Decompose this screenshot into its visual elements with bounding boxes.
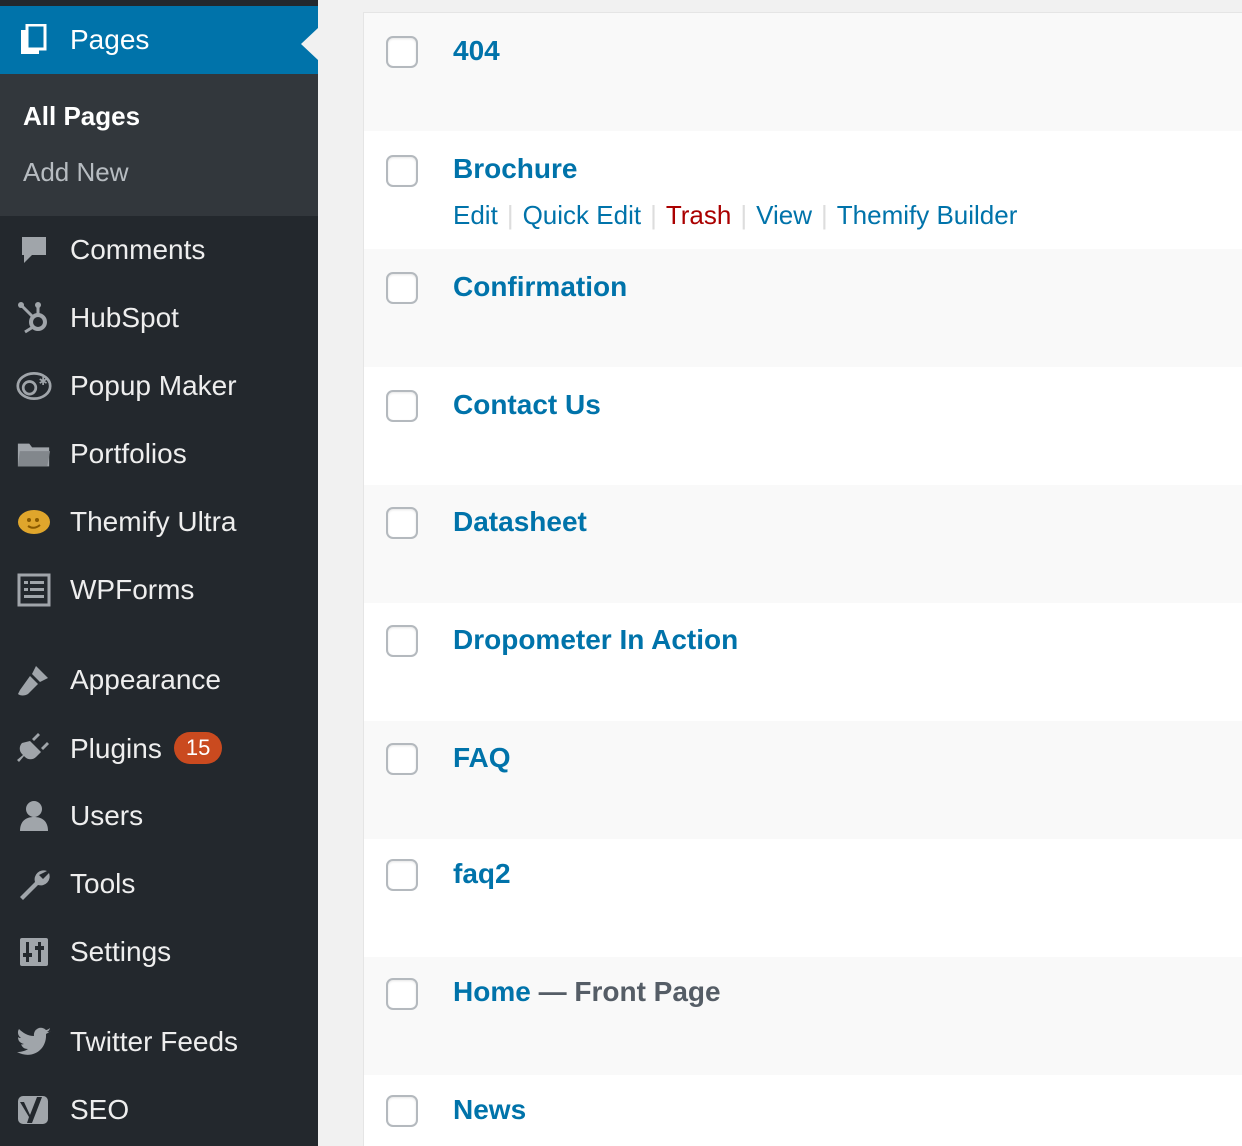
menu-item-settings[interactable]: Settings: [0, 918, 318, 986]
plugin-icon: [16, 730, 52, 766]
menu-item-comments[interactable]: Comments: [0, 216, 318, 284]
view-link[interactable]: View: [756, 200, 812, 230]
row-checkbox[interactable]: [386, 1095, 418, 1127]
page-title-link[interactable]: Dropometer In Action: [453, 624, 738, 656]
menu-label-seo: SEO: [70, 1094, 130, 1125]
menu-item-twitter-feeds[interactable]: Twitter Feeds: [0, 1008, 318, 1076]
row-checkbox[interactable]: [386, 507, 418, 539]
row-actions: Edit | Quick Edit | Trash | View | Themify Build…: [453, 200, 1017, 231]
page-title-link[interactable]: faq2: [453, 858, 511, 890]
row-checkbox[interactable]: [386, 390, 418, 422]
row-checkbox[interactable]: [386, 155, 418, 187]
pages-table: 404 Brochure Edit | Quick Edit | Trash | View |…: [363, 12, 1242, 1146]
edit-link[interactable]: Edit: [453, 200, 498, 230]
page-state-label: — Front Page: [530, 976, 721, 1007]
menu-item-seo[interactable]: SEO: [0, 1076, 318, 1144]
menu-item-plugins[interactable]: Plugins 15: [0, 714, 318, 782]
menu-label-hubspot: HubSpot: [70, 302, 179, 333]
menu-item-hubspot[interactable]: HubSpot: [0, 284, 318, 352]
user-icon: [16, 798, 52, 834]
svg-text:✱: ✱: [39, 375, 48, 388]
action-separator: |: [650, 200, 657, 230]
action-separator: |: [506, 200, 514, 230]
page-title-link[interactable]: 404: [453, 35, 500, 67]
menu-item-pages[interactable]: Pages: [0, 6, 318, 74]
page-title-link[interactable]: Brochure: [453, 153, 577, 185]
submenu-all-pages[interactable]: All Pages: [23, 101, 140, 132]
menu-label-settings: Settings: [70, 936, 172, 967]
admin-sidebar: Pages All Pages Add New Comments HubSpot…: [0, 0, 318, 1146]
menu-label-users: Users: [70, 800, 144, 831]
menu-label-wpforms: WPForms: [70, 574, 195, 605]
brush-icon: [16, 662, 52, 698]
menu-item-portfolios[interactable]: Portfolios: [0, 420, 318, 488]
table-row: faq2: [364, 839, 1242, 957]
form-icon: [16, 572, 52, 608]
page-title-link[interactable]: Confirmation: [453, 271, 627, 303]
menu-item-popup-maker[interactable]: ✱ Popup Maker: [0, 352, 318, 420]
action-separator: |: [740, 200, 748, 230]
wrench-icon: [16, 866, 52, 902]
table-row: Datasheet: [364, 485, 1242, 603]
page-title-link[interactable]: Datasheet: [453, 506, 587, 538]
themify-icon: [16, 504, 52, 540]
table-row: 404: [364, 13, 1242, 131]
folder-icon: [16, 436, 52, 472]
menu-item-tools[interactable]: Tools: [0, 850, 318, 918]
pages-submenu: All Pages Add New: [0, 74, 318, 216]
table-row: Confirmation: [364, 249, 1242, 367]
menu-item-wpforms[interactable]: WPForms: [0, 556, 318, 624]
themify-builder-link[interactable]: Themify Builder: [837, 200, 1018, 230]
table-row: FAQ: [364, 721, 1242, 839]
table-row: Contact Us: [364, 367, 1242, 485]
quick-edit-link[interactable]: Quick Edit: [523, 200, 642, 230]
row-checkbox[interactable]: [386, 36, 418, 68]
menu-label-plugins: Plugins 15: [70, 731, 223, 765]
row-checkbox[interactable]: [386, 978, 418, 1010]
popup-maker-icon: ✱: [16, 368, 52, 404]
menu-item-themify-ultra[interactable]: Themify Ultra: [0, 488, 318, 556]
pages-list-area: 404 Brochure Edit | Quick Edit | Trash | View |…: [318, 0, 1242, 1146]
page-title-link[interactable]: News: [453, 1094, 526, 1126]
menu-label-appearance: Appearance: [70, 664, 222, 695]
menu-label-pages: Pages: [70, 24, 150, 55]
settings-icon: [16, 934, 52, 970]
table-row: Dropometer In Action: [364, 603, 1242, 721]
menu-label-comments: Comments: [70, 234, 206, 265]
menu-label-popup-maker: Popup Maker: [70, 370, 237, 401]
current-menu-pointer: [301, 28, 318, 60]
action-separator: |: [821, 200, 828, 230]
row-checkbox[interactable]: [386, 272, 418, 304]
table-row: Brochure Edit | Quick Edit | Trash | View | Them…: [364, 131, 1242, 249]
row-checkbox[interactable]: [386, 859, 418, 891]
hubspot-icon: [16, 300, 52, 336]
pages-icon: [16, 22, 52, 58]
page-title-link[interactable]: FAQ: [453, 742, 511, 774]
row-checkbox[interactable]: [386, 625, 418, 657]
trash-link[interactable]: Trash: [666, 200, 732, 230]
submenu-add-new[interactable]: Add New: [23, 157, 129, 188]
table-row: Home — Front Page: [364, 957, 1242, 1075]
menu-item-users[interactable]: Users: [0, 782, 318, 850]
row-checkbox[interactable]: [386, 743, 418, 775]
table-row: News: [364, 1075, 1242, 1146]
menu-label-portfolios: Portfolios: [70, 438, 187, 469]
page-title: Home — Front Page: [453, 976, 721, 1008]
yoast-icon: [16, 1092, 52, 1128]
menu-label-themify-ultra: Themify Ultra: [70, 506, 237, 537]
comments-icon: [16, 232, 52, 268]
menu-label-tools: Tools: [70, 868, 136, 899]
twitter-icon: [16, 1024, 52, 1060]
page-title-link[interactable]: Contact Us: [453, 389, 601, 421]
menu-label-twitter-feeds: Twitter Feeds: [70, 1026, 239, 1057]
plugins-update-badge: 15: [173, 731, 223, 764]
page-title-link[interactable]: Home: [453, 976, 531, 1007]
menu-item-appearance[interactable]: Appearance: [0, 646, 318, 714]
